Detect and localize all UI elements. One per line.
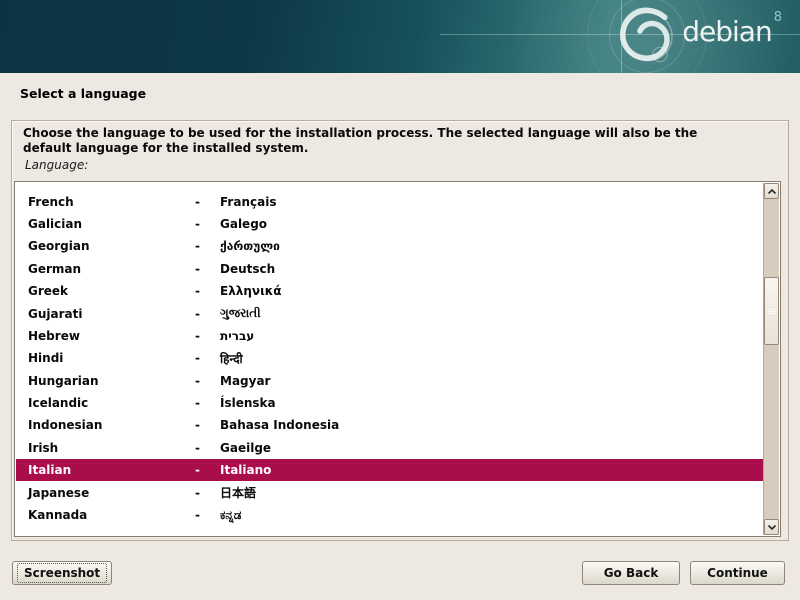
language-row[interactable]: German-Deutsch <box>16 258 763 280</box>
language-native-name: Íslenska <box>220 396 763 410</box>
separator-dash: - <box>195 239 220 253</box>
language-list-content: Finnish-SuomiFrench-FrançaisGalician-Gal… <box>16 183 763 526</box>
language-english-name: Gujarati <box>28 307 195 321</box>
language-english-name: Italian <box>28 463 195 477</box>
brand-name: debian <box>682 15 771 48</box>
language-native-name: Bahasa Indonesia <box>220 418 763 432</box>
language-english-name: Japanese <box>28 486 195 500</box>
scroll-down-button[interactable] <box>764 519 779 535</box>
language-native-name: Italiano <box>220 463 763 477</box>
chevron-up-icon <box>767 188 777 195</box>
separator-dash: - <box>195 329 220 343</box>
language-row[interactable]: Kannada-ಕನ್ನಡ <box>16 504 763 526</box>
language-row[interactable]: Hindi-हिन्दी <box>16 347 763 369</box>
language-row[interactable]: Icelandic-Íslenska <box>16 392 763 414</box>
language-row[interactable]: Georgian-ქართული <box>16 235 763 257</box>
language-english-name: Hindi <box>28 351 195 365</box>
separator-dash: - <box>195 195 220 209</box>
banner: debian8 <box>0 0 800 73</box>
language-english-name: Indonesian <box>28 418 195 432</box>
separator-dash: - <box>195 183 220 186</box>
language-english-name: Finnish <box>28 183 195 186</box>
screenshot-button[interactable]: Screenshot <box>12 561 112 585</box>
scrollbar-track[interactable] <box>764 199 779 519</box>
language-listbox: Finnish-SuomiFrench-FrançaisGalician-Gal… <box>14 181 781 537</box>
language-native-name: Galego <box>220 217 763 231</box>
language-native-name: हिन्दी <box>220 350 763 367</box>
language-row[interactable]: Irish-Gaeilge <box>16 437 763 459</box>
scrollbar-thumb[interactable] <box>764 277 779 345</box>
language-english-name: Kannada <box>28 508 195 522</box>
question-frame: Choose the language to be used for the i… <box>11 120 789 541</box>
separator-dash: - <box>195 351 220 365</box>
installer-window: debian8 Select a language Choose the lan… <box>0 0 800 600</box>
separator-dash: - <box>195 262 220 276</box>
language-english-name: French <box>28 195 195 209</box>
language-native-name: Gaeilge <box>220 441 763 455</box>
language-native-name: עברית <box>220 329 763 343</box>
language-row[interactable]: Indonesian-Bahasa Indonesia <box>16 414 763 436</box>
language-native-name: ქართული <box>220 239 763 253</box>
language-english-name: Hungarian <box>28 374 195 388</box>
page-title: Select a language <box>20 86 146 101</box>
separator-dash: - <box>195 463 220 477</box>
language-native-name: Magyar <box>220 374 763 388</box>
language-native-name: Français <box>220 195 763 209</box>
scroll-up-button[interactable] <box>764 183 779 199</box>
brand-logo-text: debian8 <box>682 15 780 48</box>
language-native-name: ગુજરાતી <box>220 306 763 321</box>
language-english-name: Irish <box>28 441 195 455</box>
question-description: Choose the language to be used for the i… <box>23 126 747 156</box>
language-row[interactable]: Japanese-日本語 <box>16 481 763 503</box>
language-english-name: Georgian <box>28 239 195 253</box>
language-list-viewport: Finnish-SuomiFrench-FrançaisGalician-Gal… <box>16 183 763 535</box>
separator-dash: - <box>195 486 220 500</box>
separator-dash: - <box>195 217 220 231</box>
separator-dash: - <box>195 508 220 522</box>
separator-dash: - <box>195 374 220 388</box>
language-row[interactable]: Italian-Italiano <box>16 459 763 481</box>
go-back-button[interactable]: Go Back <box>582 561 680 585</box>
separator-dash: - <box>195 418 220 432</box>
scrollbar[interactable] <box>763 183 779 535</box>
debian-swirl-icon <box>612 0 684 73</box>
separator-dash: - <box>195 284 220 298</box>
language-row[interactable]: Gujarati-ગુજરાતી <box>16 302 763 324</box>
language-row[interactable]: Greek-Ελληνικά <box>16 280 763 302</box>
language-row[interactable]: Finnish-Suomi <box>16 183 763 190</box>
language-english-name: Galician <box>28 217 195 231</box>
chevron-down-icon <box>767 524 777 531</box>
language-native-name: ಕನ್ನಡ <box>220 508 763 523</box>
language-row[interactable]: Hungarian-Magyar <box>16 370 763 392</box>
separator-dash: - <box>195 307 220 321</box>
language-native-name: Ελληνικά <box>220 284 763 298</box>
language-native-name: Suomi <box>220 183 763 186</box>
separator-dash: - <box>195 396 220 410</box>
language-row[interactable]: Hebrew-עברית <box>16 325 763 347</box>
continue-button[interactable]: Continue <box>690 561 785 585</box>
scrollbar-grip <box>768 308 776 315</box>
language-english-name: Greek <box>28 284 195 298</box>
language-label: Language: <box>25 158 88 172</box>
language-english-name: Icelandic <box>28 396 195 410</box>
language-native-name: 日本語 <box>220 484 763 501</box>
separator-dash: - <box>195 441 220 455</box>
language-row[interactable]: Galician-Galego <box>16 213 763 235</box>
language-english-name: Hebrew <box>28 329 195 343</box>
language-native-name: Deutsch <box>220 262 763 276</box>
language-row[interactable]: French-Français <box>16 190 763 212</box>
screenshot-button-label: Screenshot <box>17 563 107 583</box>
language-english-name: German <box>28 262 195 276</box>
brand-version: 8 <box>774 10 782 25</box>
